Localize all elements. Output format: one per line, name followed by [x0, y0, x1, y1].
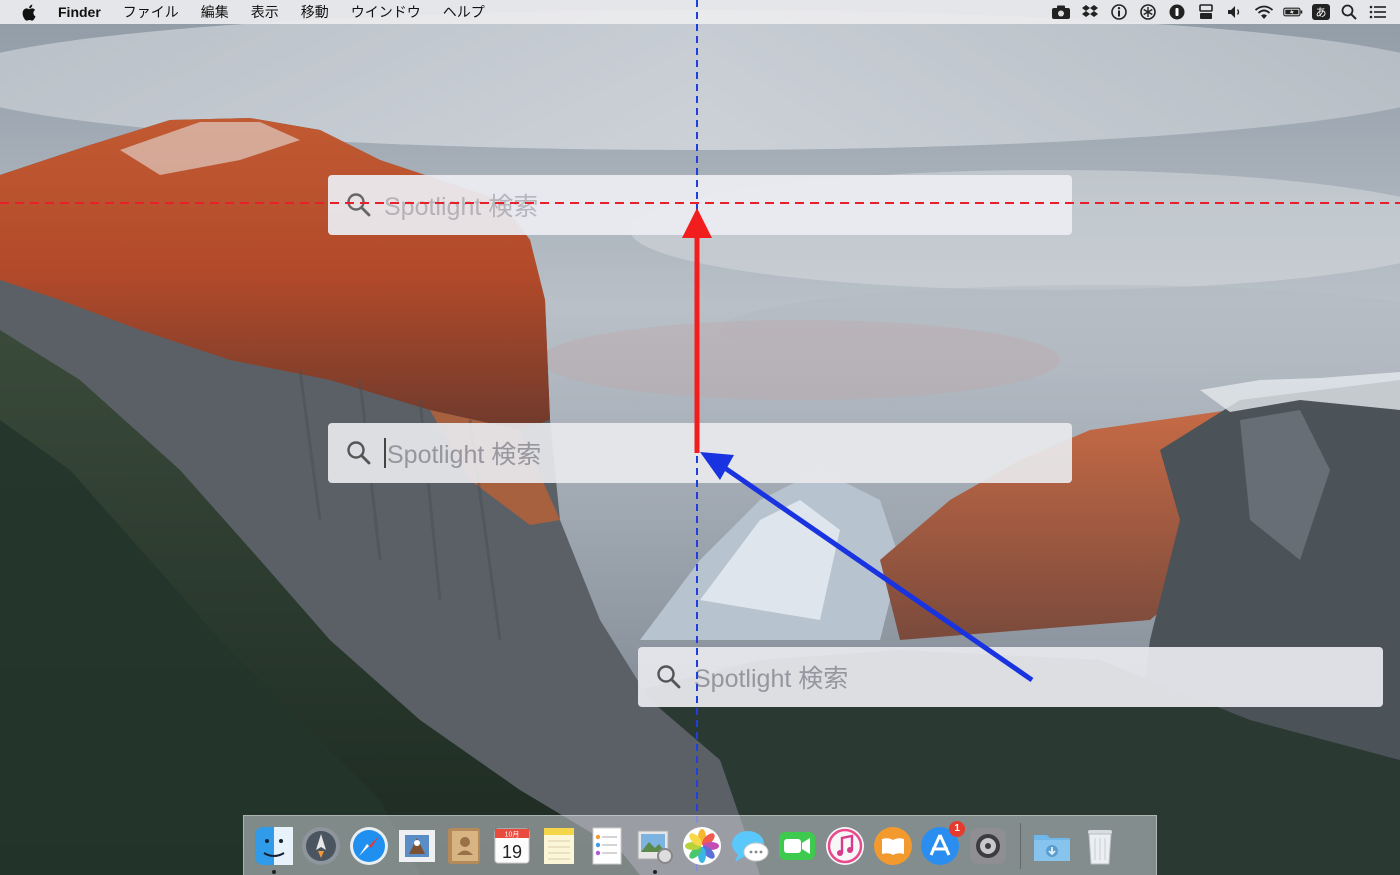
running-indicator [271, 869, 276, 874]
reminders-icon [592, 827, 622, 864]
notes-icon [544, 827, 575, 864]
calendar-month: 10月 [504, 830, 519, 838]
notification-badge: 1 [949, 820, 966, 837]
launchpad-icon [302, 826, 341, 865]
downloads-folder-icon [1034, 834, 1071, 861]
dock-trash[interactable] [1079, 825, 1121, 867]
calendar-day: 19 [502, 842, 522, 862]
menu-view[interactable]: 表示 [251, 2, 279, 22]
dock-launchpad[interactable] [300, 825, 342, 867]
info-icon[interactable] [1109, 4, 1129, 20]
dock-safari[interactable] [348, 825, 390, 867]
magnifier-icon [347, 441, 371, 465]
battery-icon[interactable] [1283, 4, 1303, 20]
spotlight-placeholder: Spotlight 検索 [694, 665, 849, 693]
menu-help[interactable]: ヘルプ [443, 2, 485, 22]
messages-icon [731, 830, 769, 862]
spotlight-placeholder: Spotlight 検索 [384, 193, 539, 221]
volume-icon[interactable] [1225, 4, 1245, 20]
wifi-icon[interactable] [1254, 4, 1274, 20]
search-icon[interactable] [1339, 4, 1359, 20]
spotlight-search-bar[interactable]: Spotlight 検索 [328, 423, 1072, 483]
spotlight-input[interactable]: Spotlight 検索 [384, 435, 541, 471]
magnifier-icon [657, 665, 681, 689]
dock-facetime[interactable] [776, 825, 818, 867]
dock-finder[interactable] [253, 825, 295, 874]
list-icon[interactable] [1368, 4, 1388, 20]
spotlight-search-bar-top[interactable]: Spotlight 検索 [328, 175, 1072, 235]
dock-calendar[interactable]: 10月 19 [491, 825, 533, 867]
preview-icon [637, 830, 673, 864]
running-indicator [652, 869, 657, 874]
snowflake-icon[interactable] [1138, 4, 1158, 20]
spotlight-search-bar-bottom[interactable]: Spotlight 検索 [638, 647, 1383, 707]
dock-mail[interactable] [396, 825, 438, 867]
menu-go[interactable]: 移動 [301, 2, 329, 22]
dock-preview[interactable] [634, 825, 676, 874]
apple-menu-icon[interactable] [20, 4, 38, 21]
menu-edit[interactable]: 編集 [201, 2, 229, 22]
dock-app-store[interactable]: 1 [919, 820, 966, 867]
status-area: あ [1042, 0, 1388, 24]
input-method-icon[interactable]: あ [1312, 4, 1330, 20]
dock-reminders[interactable] [586, 825, 628, 867]
1password-icon[interactable] [1167, 4, 1187, 20]
dock-system-preferences[interactable] [967, 825, 1009, 867]
facetime-icon [779, 831, 816, 860]
dock-itunes[interactable] [824, 825, 866, 867]
dock-downloads[interactable] [1031, 825, 1073, 867]
dock-separator [1019, 822, 1021, 869]
mail-icon [398, 829, 435, 862]
toggle-icon[interactable] [1196, 4, 1216, 20]
calendar-icon: 10月 19 [494, 828, 530, 863]
dock-ibooks[interactable] [872, 825, 914, 867]
dock-contacts[interactable] [443, 825, 485, 867]
dock: 10月 19 1 [243, 815, 1157, 875]
magnifier-icon [347, 193, 371, 217]
dock-messages[interactable] [729, 825, 771, 867]
contacts-icon [448, 827, 481, 864]
menu-file[interactable]: ファイル [123, 2, 179, 22]
ibooks-icon [873, 826, 912, 865]
dropbox-icon[interactable] [1080, 4, 1100, 20]
menu-window[interactable]: ウインドウ [351, 2, 421, 22]
finder-icon [254, 826, 293, 865]
safari-icon [349, 826, 388, 865]
spotlight-placeholder: Spotlight 検索 [387, 441, 542, 469]
system-preferences-icon [969, 827, 1006, 864]
dock-notes[interactable] [538, 825, 580, 867]
photos-icon [683, 826, 722, 865]
camera-icon[interactable] [1051, 4, 1071, 20]
trash-icon [1087, 829, 1112, 864]
menu-bar: Finder ファイル 編集 表示 移動 ウインドウ ヘルプ あ [0, 0, 1400, 24]
dock-photos[interactable] [681, 825, 723, 867]
itunes-icon [825, 826, 864, 865]
menu-app-name[interactable]: Finder [58, 4, 101, 20]
text-caret [384, 438, 386, 468]
